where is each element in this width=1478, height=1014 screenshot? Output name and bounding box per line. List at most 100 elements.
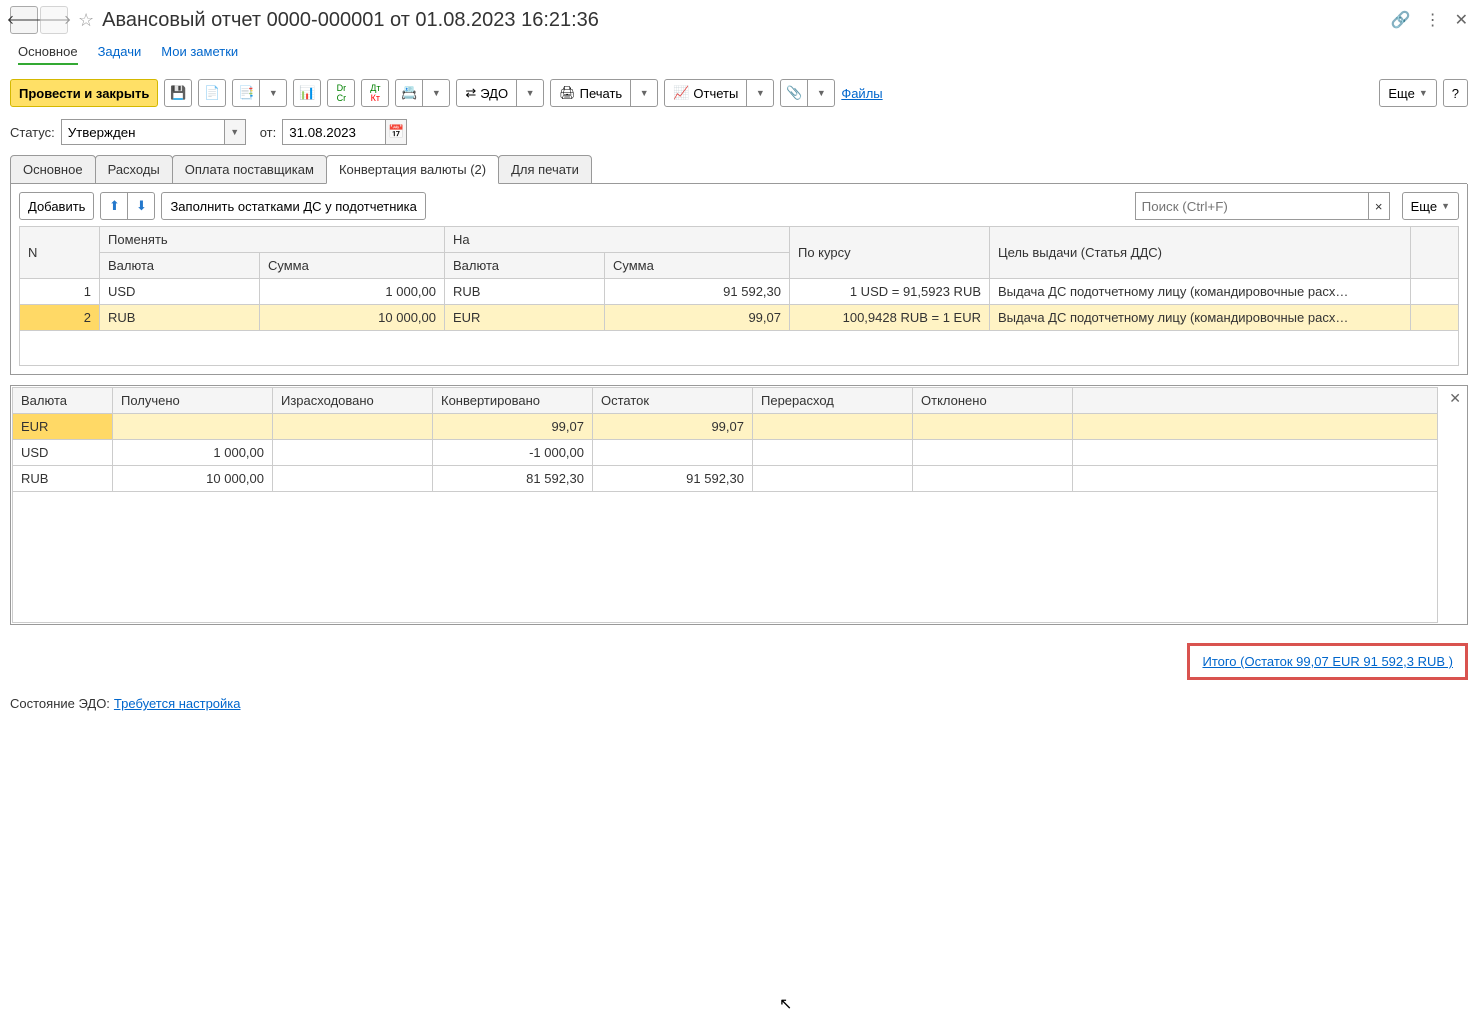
scol-overspend: Перерасход (753, 388, 913, 414)
create-based-on-dropdown[interactable]: ▼ (259, 79, 287, 107)
reports-icon: 📈 (673, 85, 689, 101)
add-button[interactable]: Добавить (19, 192, 94, 220)
col-from-currency: Валюта (100, 253, 260, 279)
dtkt-button[interactable]: ДтКт (361, 79, 389, 107)
tab-supplier-payment[interactable]: Оплата поставщикам (172, 155, 327, 184)
chevron-down-icon: ▼ (756, 88, 765, 98)
tab-main[interactable]: Основное (10, 155, 96, 184)
envelope-dropdown[interactable]: ▼ (422, 79, 450, 107)
create-based-on-button[interactable]: 📑 (232, 79, 260, 107)
col-n: N (20, 227, 100, 279)
grid-row[interactable]: 1 USD 1 000,00 RUB 91 592,30 1 USD = 91,… (20, 279, 1459, 305)
attach-button[interactable]: 📎 (780, 79, 808, 107)
chevron-down-icon: ▼ (1441, 201, 1450, 211)
arrow-up-icon: ⬆ (109, 198, 120, 214)
tab-currency-conversion[interactable]: Конвертация валюты (2) (326, 155, 499, 184)
edo-button[interactable]: ⇄ ЭДО (456, 79, 517, 107)
print-dropdown[interactable]: ▼ (630, 79, 658, 107)
status-dropdown[interactable]: ▼ (225, 119, 246, 145)
hierarchy-icon: 📊 (299, 85, 315, 101)
col-from-sum: Сумма (260, 253, 445, 279)
post-button[interactable]: 📄 (198, 79, 226, 107)
envelope-button[interactable]: 📇 (395, 79, 423, 107)
post-close-button[interactable]: Провести и закрыть (10, 79, 158, 107)
files-link[interactable]: Файлы (841, 86, 882, 101)
total-link[interactable]: Итого (Остаток 99,07 EUR 91 592,3 RUB ) (1202, 654, 1453, 669)
page-title: Авансовый отчет 0000-000001 от 01.08.202… (102, 9, 599, 32)
status-label: Статус: (10, 125, 55, 140)
col-from: Поменять (100, 227, 445, 253)
scol-converted: Конвертировано (433, 388, 593, 414)
summary-row[interactable]: USD 1 000,00 -1 000,00 (13, 440, 1438, 466)
arrow-down-icon: ⬇ (136, 198, 147, 214)
search-input[interactable] (1135, 192, 1369, 220)
edo-dropdown[interactable]: ▼ (516, 79, 544, 107)
scol-currency: Валюта (13, 388, 113, 414)
mouse-cursor: ↖ (779, 994, 792, 1014)
chevron-down-icon: ▼ (269, 88, 278, 98)
col-scroll (1411, 227, 1459, 279)
calendar-button[interactable]: 📅 (386, 119, 407, 145)
attach-dropdown[interactable]: ▼ (807, 79, 835, 107)
forward-button[interactable]: 🡒 (40, 6, 68, 34)
star-icon[interactable]: ☆ (78, 10, 94, 31)
dtcr-icon: DrCr (337, 83, 347, 103)
tab-for-print[interactable]: Для печати (498, 155, 592, 184)
grid-row[interactable]: 2 RUB 10 000,00 EUR 99,07 100,9428 RUB =… (20, 305, 1459, 331)
save-button[interactable]: 💾 (164, 79, 192, 107)
move-up-button[interactable]: ⬆ (100, 192, 128, 220)
move-down-button[interactable]: ⬇ (127, 192, 155, 220)
dtcr-button[interactable]: DrCr (327, 79, 355, 107)
conversion-grid[interactable]: N Поменять На По курсу Цель выдачи (Стат… (19, 226, 1459, 366)
chevron-down-icon: ▼ (526, 88, 535, 98)
printer-icon: 🖨 (559, 85, 576, 101)
doc-plus-icon: 📑 (238, 85, 254, 101)
subtab-notes[interactable]: Мои заметки (161, 44, 238, 65)
from-label: от: (260, 125, 277, 140)
edo-setup-link[interactable]: Требуется настройка (114, 696, 241, 711)
link-icon[interactable]: 🔗 (1391, 10, 1411, 30)
summary-close-button[interactable]: ✕ (1449, 390, 1461, 407)
more-menu-icon[interactable]: ⋮ (1425, 10, 1441, 30)
status-select[interactable] (61, 119, 225, 145)
subtab-tasks[interactable]: Задачи (98, 44, 142, 65)
chevron-down-icon: ▼ (640, 88, 649, 98)
scol-balance: Остаток (593, 388, 753, 414)
structure-button[interactable]: 📊 (293, 79, 321, 107)
subtab-main[interactable]: Основное (18, 44, 78, 65)
print-button[interactable]: 🖨 Печать (550, 79, 631, 107)
search-clear-button[interactable]: × (1369, 192, 1390, 220)
from-date-input[interactable] (282, 119, 386, 145)
scol-received: Получено (113, 388, 273, 414)
total-highlight: Итого (Остаток 99,07 EUR 91 592,3 RUB ) (1187, 643, 1468, 680)
calendar-icon: 📅 (388, 124, 404, 140)
col-purpose: Цель выдачи (Статья ДДС) (990, 227, 1411, 279)
post-icon: 📄 (204, 85, 220, 101)
floppy-icon: 💾 (170, 85, 186, 101)
paperclip-icon: 📎 (786, 85, 802, 101)
reports-dropdown[interactable]: ▼ (746, 79, 774, 107)
col-to-sum: Сумма (605, 253, 790, 279)
col-rate: По курсу (790, 227, 990, 279)
help-button[interactable]: ? (1443, 79, 1468, 107)
scol-spent: Израсходовано (273, 388, 433, 414)
tab-expenses[interactable]: Расходы (95, 155, 173, 184)
dtkt-icon: ДтКт (370, 83, 380, 103)
edo-icon: ⇄ (465, 85, 476, 101)
scol-declined: Отклонено (913, 388, 1073, 414)
fill-balances-button[interactable]: Заполнить остатками ДС у подотчетника (161, 192, 425, 220)
more-button[interactable]: Еще ▼ (1379, 79, 1436, 107)
envelope-icon: 📇 (401, 85, 417, 101)
col-to: На (445, 227, 790, 253)
summary-row[interactable]: EUR 99,07 99,07 (13, 414, 1438, 440)
chevron-down-icon: ▼ (432, 88, 441, 98)
grid-more-button[interactable]: Еще ▼ (1402, 192, 1459, 220)
edo-status-label: Состояние ЭДО: (10, 696, 110, 711)
chevron-down-icon: ▼ (817, 88, 826, 98)
close-icon[interactable]: ✕ (1455, 10, 1468, 30)
summary-grid[interactable]: Валюта Получено Израсходовано Конвертиро… (12, 387, 1438, 492)
reports-button[interactable]: 📈 Отчеты (664, 79, 747, 107)
chevron-down-icon: ▼ (1419, 88, 1428, 98)
summary-row[interactable]: RUB 10 000,00 81 592,30 91 592,30 (13, 466, 1438, 492)
back-button[interactable]: 🡐 (10, 6, 38, 34)
